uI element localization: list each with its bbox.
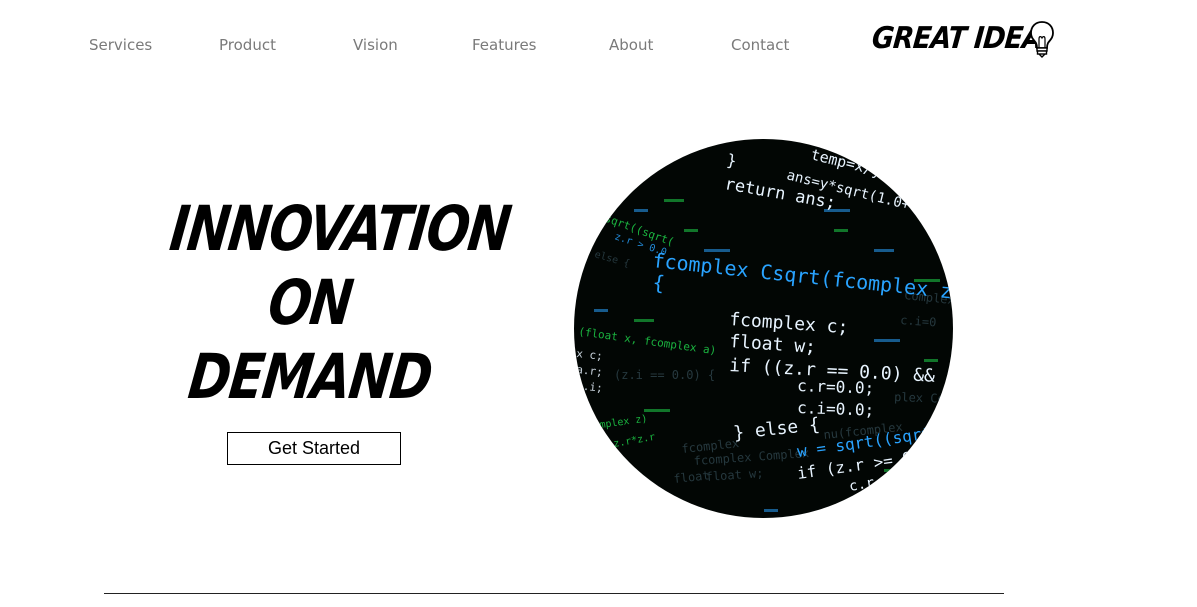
nav-item-contact[interactable]: Contact xyxy=(731,36,789,54)
hero-title-line-1: INNOVATION xyxy=(166,192,514,265)
code-line-faded: x c; xyxy=(576,347,604,363)
code-blur-mark xyxy=(614,469,634,472)
code-line: fcomplex Csqrt(fcomplex z) xyxy=(651,248,953,305)
code-blur-mark xyxy=(594,309,608,312)
code-line: { xyxy=(651,270,665,295)
code-line-faded: c; xyxy=(576,395,591,409)
nav-item-about[interactable]: About xyxy=(609,36,653,54)
code-line: } else { xyxy=(732,414,820,444)
code-blur-mark xyxy=(874,249,894,252)
code-line: c.r xyxy=(848,475,876,495)
hero-title-line-3: DEMAND xyxy=(184,340,436,413)
code-line: } xyxy=(725,150,738,170)
hero-title: INNOVATION ON DEMAND xyxy=(140,192,514,414)
code-line-faded: else { xyxy=(593,249,631,270)
code-blur-mark xyxy=(634,209,648,212)
brand-logo[interactable]: GREAT IDEA xyxy=(870,18,1061,58)
get-started-button[interactable]: Get Started xyxy=(227,432,401,465)
code-image-canvas: sqrt((sqrt(z.r > 0.0else {(float x, fcom… xyxy=(576,145,953,512)
code-blur-mark xyxy=(644,409,670,412)
code-image: sqrt((sqrt(z.r > 0.0 else {(float x, fcom… xyxy=(574,139,953,518)
brand-name: GREAT IDEA xyxy=(870,20,1044,56)
code-blur-mark xyxy=(634,319,654,322)
nav-item-product[interactable]: Product xyxy=(219,36,276,54)
code-blur-mark xyxy=(664,199,684,202)
code-line-faded: float xyxy=(673,468,710,486)
code-blur-mark xyxy=(704,249,730,252)
code-blur-mark xyxy=(924,359,938,362)
code-line-faded: (z.i == 0.0) { xyxy=(614,368,715,382)
page: Services Product Vision Features About C… xyxy=(0,0,1197,607)
nav-item-features[interactable]: Features xyxy=(472,36,537,54)
code-line-faded: omplex z) xyxy=(593,414,648,432)
code-blur-mark xyxy=(834,229,848,232)
divider xyxy=(104,593,1004,594)
code-line-faded: float w; xyxy=(705,466,764,484)
code-blur-mark xyxy=(764,509,778,512)
nav-item-services[interactable]: Services xyxy=(89,36,152,54)
code-line-faded: plex Co xyxy=(894,390,945,406)
code-line-faded: a.i; xyxy=(576,379,604,395)
code-blur-mark xyxy=(874,339,900,342)
code-line-faded: z.r*z.r xyxy=(613,432,656,450)
code-line-faded: a.r; xyxy=(576,363,604,379)
nav-item-vision[interactable]: Vision xyxy=(353,36,398,54)
hero-title-line-2: ON xyxy=(264,266,356,339)
code-line-faded: c.i=0 xyxy=(900,313,937,329)
code-blur-mark xyxy=(684,229,698,232)
lightbulb-icon xyxy=(1030,21,1054,58)
code-line: c.r=0.0; xyxy=(797,376,875,398)
